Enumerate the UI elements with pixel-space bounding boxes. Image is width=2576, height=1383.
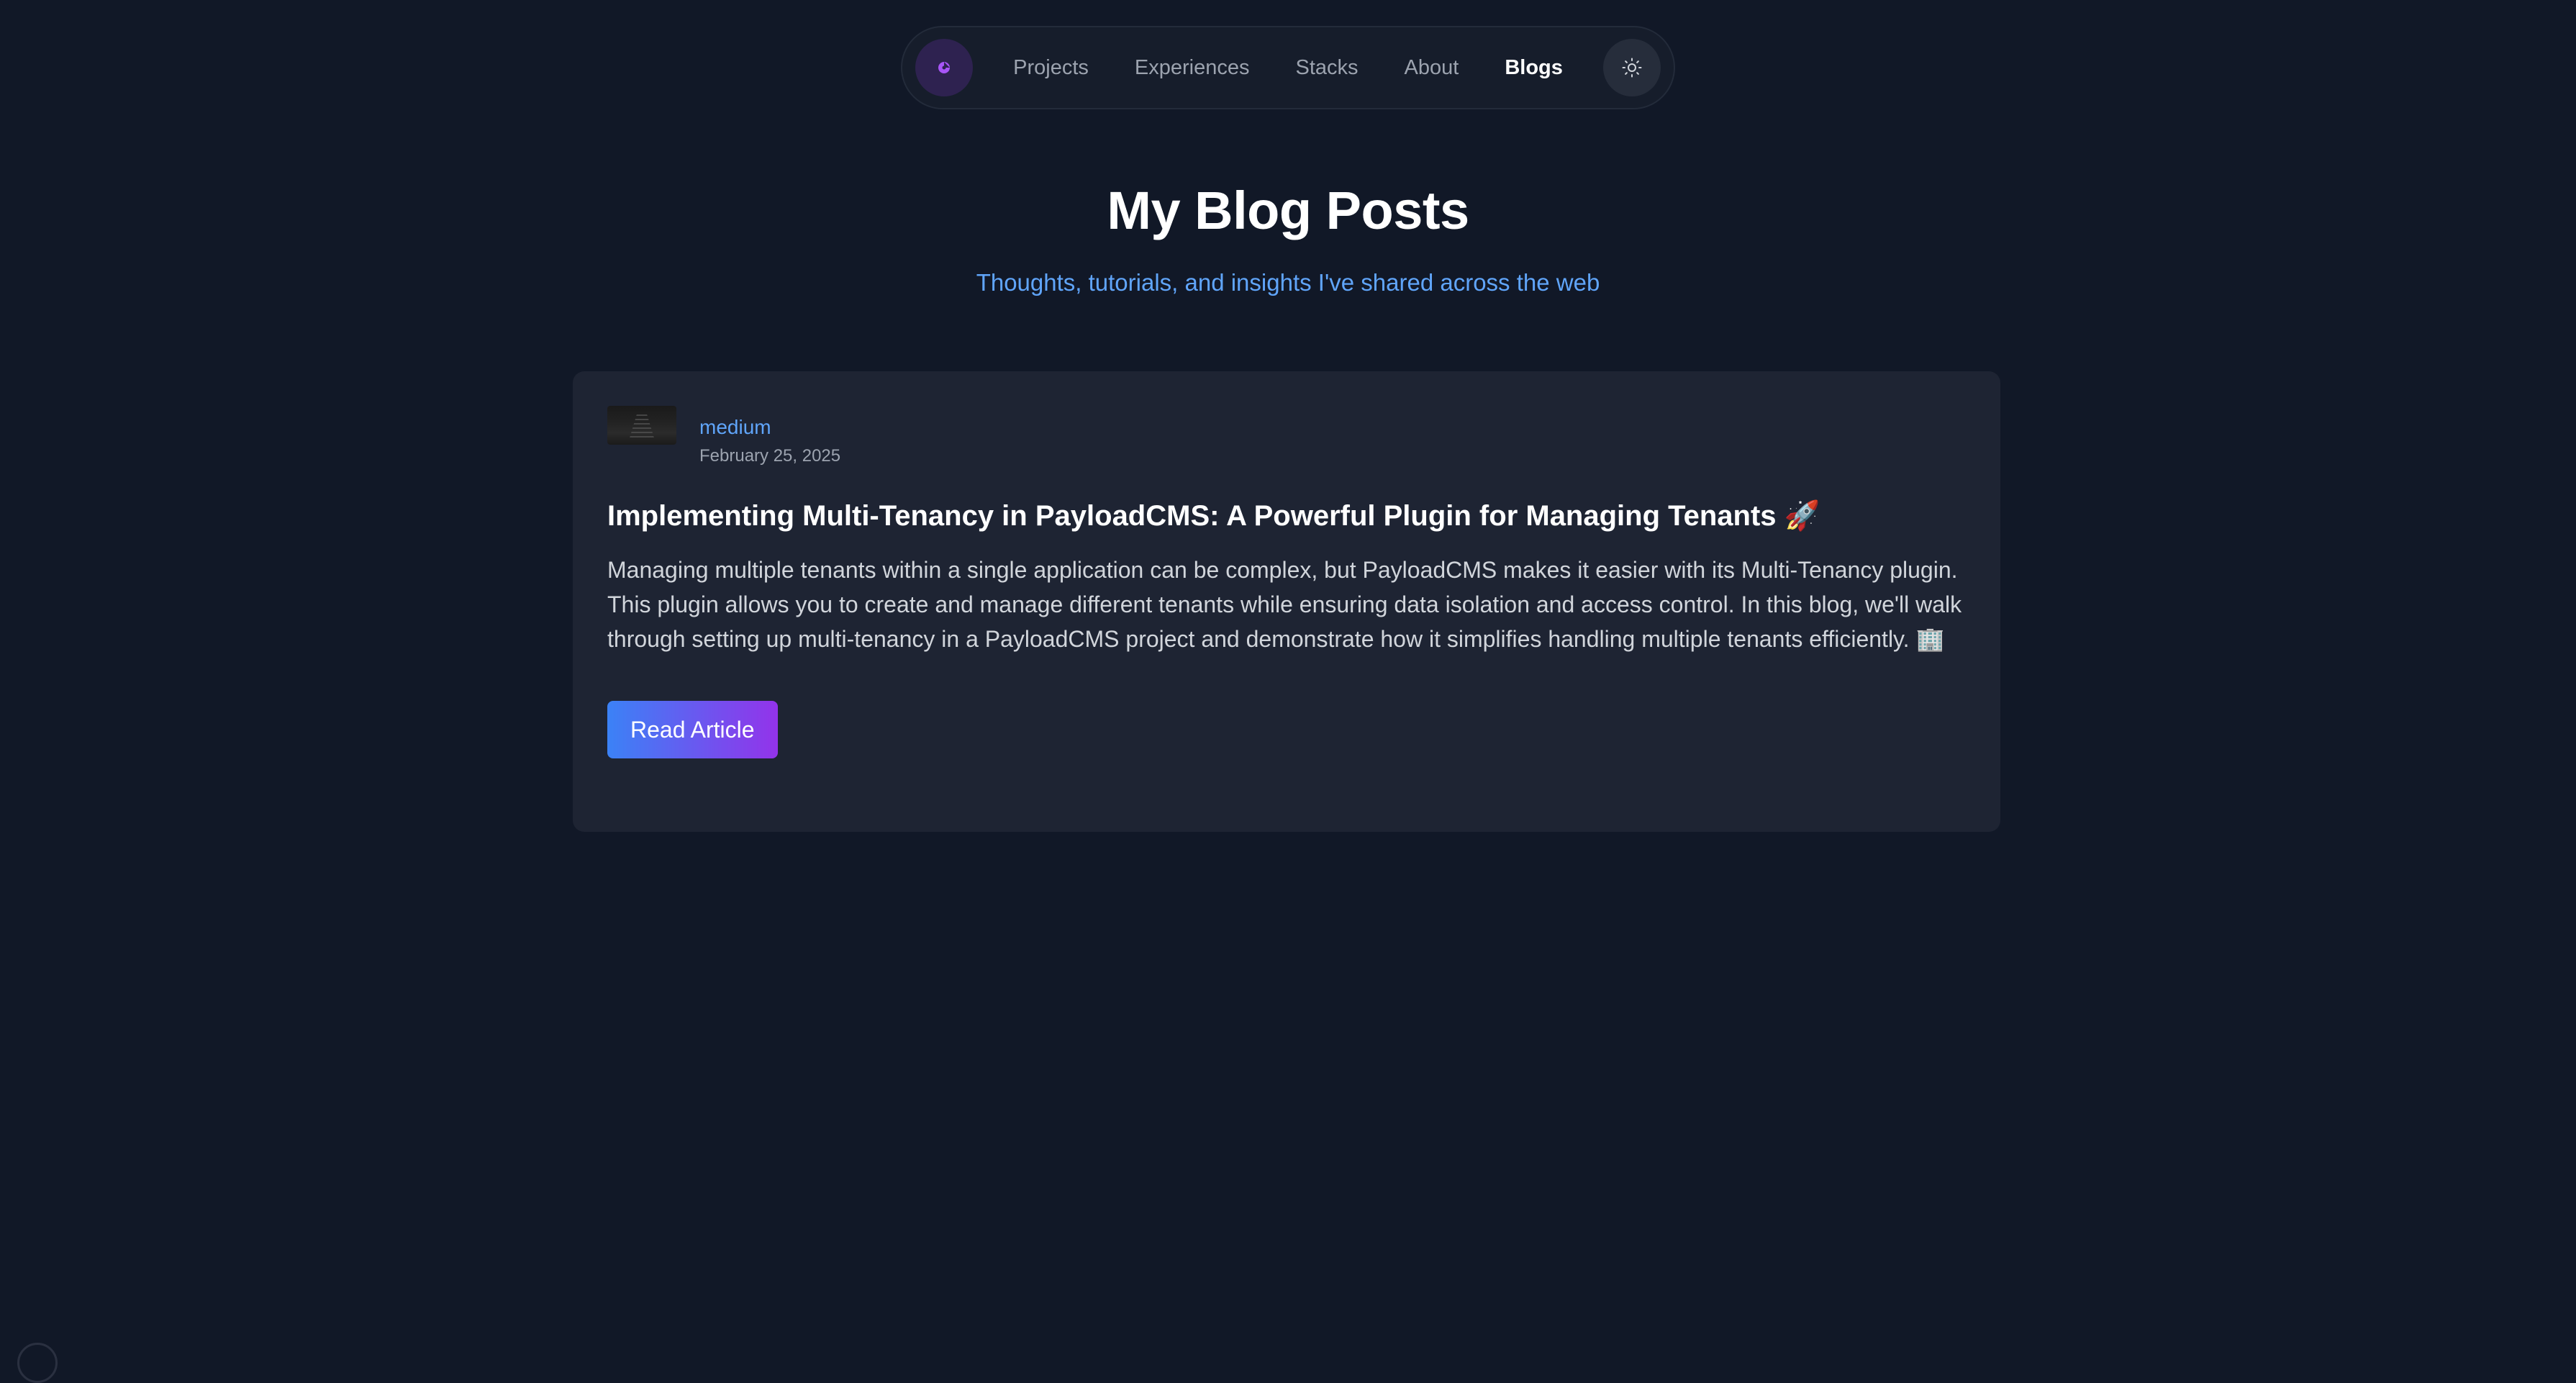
post-meta: medium February 25, 2025 — [607, 406, 1966, 466]
corner-indicator — [17, 1343, 58, 1383]
page-subtitle: Thoughts, tutorials, and insights I've s… — [0, 269, 2576, 296]
nav-bar-wrapper: Projects Experiences Stacks About Blogs — [0, 26, 2576, 109]
logo-icon — [936, 60, 952, 76]
nav-link-projects[interactable]: Projects — [1013, 56, 1089, 80]
nav-link-about[interactable]: About — [1405, 56, 1459, 80]
post-source[interactable]: medium — [699, 416, 840, 439]
post-title[interactable]: Implementing Multi-Tenancy in PayloadCMS… — [607, 498, 1966, 534]
theme-toggle-button[interactable] — [1603, 39, 1661, 96]
logo-button[interactable] — [915, 39, 973, 96]
nav-link-experiences[interactable]: Experiences — [1135, 56, 1250, 80]
post-date: February 25, 2025 — [699, 446, 840, 466]
page-title: My Blog Posts — [0, 180, 2576, 241]
read-article-button[interactable]: Read Article — [607, 701, 778, 758]
blog-post-card: medium February 25, 2025 Implementing Mu… — [573, 371, 2000, 832]
post-thumbnail — [607, 406, 676, 445]
post-meta-text: medium February 25, 2025 — [699, 406, 840, 466]
nav-link-blogs[interactable]: Blogs — [1505, 56, 1563, 80]
nav-bar: Projects Experiences Stacks About Blogs — [901, 26, 1675, 109]
nav-links: Projects Experiences Stacks About Blogs — [993, 56, 1583, 80]
sun-icon — [1621, 57, 1643, 78]
post-excerpt: Managing multiple tenants within a singl… — [607, 553, 1967, 656]
nav-link-stacks[interactable]: Stacks — [1295, 56, 1358, 80]
